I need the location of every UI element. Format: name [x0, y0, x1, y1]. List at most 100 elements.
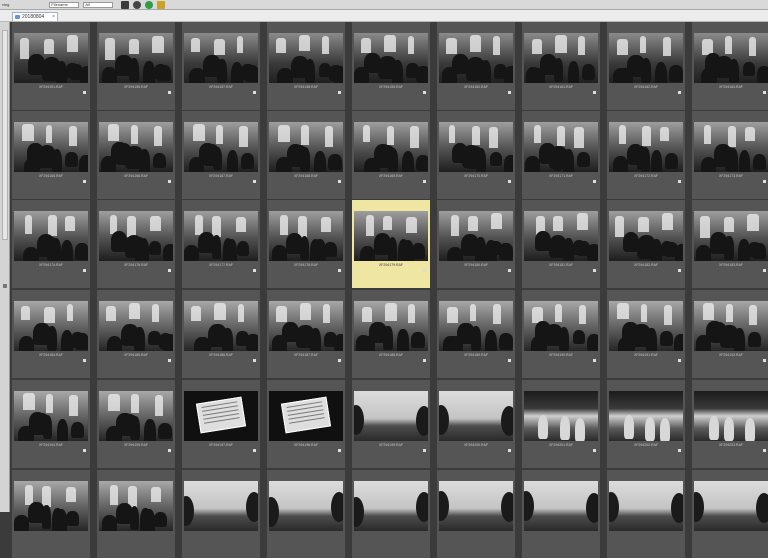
thumbnail-image[interactable]	[14, 301, 88, 351]
thumbnail-cell[interactable]: XF294162.RAF	[607, 22, 685, 110]
printer-icon[interactable]	[121, 0, 130, 9]
select-marker[interactable]	[678, 449, 681, 452]
thumbnail-cell[interactable]: XF294179.RAF	[352, 200, 430, 288]
select-marker[interactable]	[423, 359, 426, 362]
thumbnail-image[interactable]	[14, 33, 88, 83]
thumbnail-cell[interactable]: XF294183.RAF	[692, 200, 768, 288]
thumbnail-image[interactable]	[354, 33, 428, 83]
thumbnail-image[interactable]	[694, 481, 768, 531]
thumbnail-cell[interactable]: XF294203.RAF	[692, 380, 768, 468]
select-marker[interactable]	[338, 180, 341, 183]
thumbnail-cell[interactable]: XF294151.RAF	[12, 22, 90, 110]
tab-folder[interactable]: 20180804 ×	[12, 12, 58, 21]
select-marker[interactable]	[508, 91, 511, 94]
thumbnail-cell[interactable]	[522, 470, 600, 558]
select-marker[interactable]	[763, 91, 766, 94]
thumbnail-image[interactable]	[524, 211, 598, 261]
thumbnail-image[interactable]	[99, 211, 173, 261]
select-marker[interactable]	[253, 359, 256, 362]
select-marker[interactable]	[678, 180, 681, 183]
tag-icon[interactable]	[157, 0, 166, 9]
thumbnail-cell[interactable]: XF294182.RAF	[607, 200, 685, 288]
thumbnail-cell[interactable]: XF294180.RAF	[437, 200, 515, 288]
thumbnail-image[interactable]	[184, 33, 258, 83]
thumbnail-cell[interactable]: XF294199.RAF	[352, 380, 430, 468]
select-marker[interactable]	[338, 91, 341, 94]
select-marker[interactable]	[83, 91, 86, 94]
select-marker[interactable]	[338, 269, 341, 272]
select-marker[interactable]	[593, 449, 596, 452]
thumbnail-image[interactable]	[269, 301, 343, 351]
thumbnail-cell[interactable]: XF294198.RAF	[267, 380, 345, 468]
thumbnail-image[interactable]	[524, 391, 598, 441]
thumbnail-image[interactable]	[184, 481, 258, 531]
select-marker[interactable]	[253, 91, 256, 94]
thumbnail-image[interactable]	[354, 122, 428, 172]
select-marker[interactable]	[83, 359, 86, 362]
thumbnail-cell[interactable]: XF294157.RAF	[182, 22, 260, 110]
select-marker[interactable]	[593, 269, 596, 272]
thumbnail-image[interactable]	[609, 391, 683, 441]
thumbnail-image[interactable]	[439, 122, 513, 172]
rotate-icon[interactable]	[133, 0, 142, 9]
select-marker[interactable]	[168, 359, 171, 362]
select-marker[interactable]	[423, 91, 426, 94]
select-marker[interactable]	[678, 359, 681, 362]
thumbnail-cell[interactable]: XF294188.RAF	[352, 290, 430, 378]
thumbnail-cell[interactable]: XF294201.RAF	[522, 380, 600, 468]
thumbnail-cell[interactable]	[267, 470, 345, 558]
thumbnail-cell[interactable]: XF294168.RAF	[267, 111, 345, 199]
select-marker[interactable]	[593, 359, 596, 362]
thumbnail-image[interactable]	[99, 122, 173, 172]
thumbnail-cell[interactable]: XF294174.RAF	[12, 200, 90, 288]
thumbnail-cell[interactable]: XF294178.RAF	[267, 200, 345, 288]
thumbnail-cell[interactable]: XF294161.RAF	[522, 22, 600, 110]
select-marker[interactable]	[508, 359, 511, 362]
thumbnail-image[interactable]	[694, 33, 768, 83]
thumbnail-image[interactable]	[439, 391, 513, 441]
select-marker[interactable]	[253, 180, 256, 183]
select-marker[interactable]	[423, 269, 426, 272]
thumbnail-cell[interactable]: XF294171.RAF	[522, 111, 600, 199]
select-marker[interactable]	[253, 269, 256, 272]
thumbnail-image[interactable]	[694, 122, 768, 172]
thumbnail-image[interactable]	[524, 301, 598, 351]
thumbnail-image[interactable]	[99, 391, 173, 441]
thumbnail-cell[interactable]	[692, 470, 768, 558]
sort-dropdown[interactable]: Filename	[49, 1, 80, 8]
panel-handle[interactable]	[3, 284, 7, 288]
thumbnail-cell[interactable]: XF294176.RAF	[97, 200, 175, 288]
thumbnail-image[interactable]	[609, 301, 683, 351]
thumbnail-image[interactable]	[269, 33, 343, 83]
thumbnail-cell[interactable]: XF294184.RAF	[12, 290, 90, 378]
thumbnail-image[interactable]	[524, 481, 598, 531]
left-scrollbar[interactable]	[2, 30, 8, 240]
thumbnail-cell[interactable]: XF294186.RAF	[182, 290, 260, 378]
thumbnail-image[interactable]	[439, 301, 513, 351]
thumbnail-image[interactable]	[14, 391, 88, 441]
thumbnail-cell[interactable]: XF294160.RAF	[437, 22, 515, 110]
select-marker[interactable]	[508, 449, 511, 452]
thumbnail-image[interactable]	[439, 211, 513, 261]
thumbnail-cell[interactable]	[607, 470, 685, 558]
thumbnail-cell[interactable]: XF294194.RAF	[12, 380, 90, 468]
thumbnail-cell[interactable]: XF294169.RAF	[352, 111, 430, 199]
select-marker[interactable]	[168, 449, 171, 452]
close-icon[interactable]: ×	[52, 13, 55, 21]
thumbnail-cell[interactable]: XF294181.RAF	[522, 200, 600, 288]
select-marker[interactable]	[83, 180, 86, 183]
thumbnail-image[interactable]	[184, 211, 258, 261]
select-marker[interactable]	[508, 269, 511, 272]
select-marker[interactable]	[593, 180, 596, 183]
thumbnail-cell[interactable]: XF294189.RAF	[437, 290, 515, 378]
thumbnail-image[interactable]	[439, 481, 513, 531]
thumbnail-cell[interactable]	[437, 470, 515, 558]
thumbnail-image[interactable]	[269, 481, 343, 531]
thumbnail-image[interactable]	[609, 122, 683, 172]
thumbnail-image[interactable]	[354, 211, 428, 261]
thumbnail-cell[interactable]	[182, 470, 260, 558]
thumbnail-cell[interactable]: XF294166.RAF	[97, 111, 175, 199]
thumbnail-cell[interactable]: XF294163.RAF	[692, 22, 768, 110]
filter-dropdown[interactable]: All	[83, 1, 114, 8]
select-marker[interactable]	[253, 449, 256, 452]
